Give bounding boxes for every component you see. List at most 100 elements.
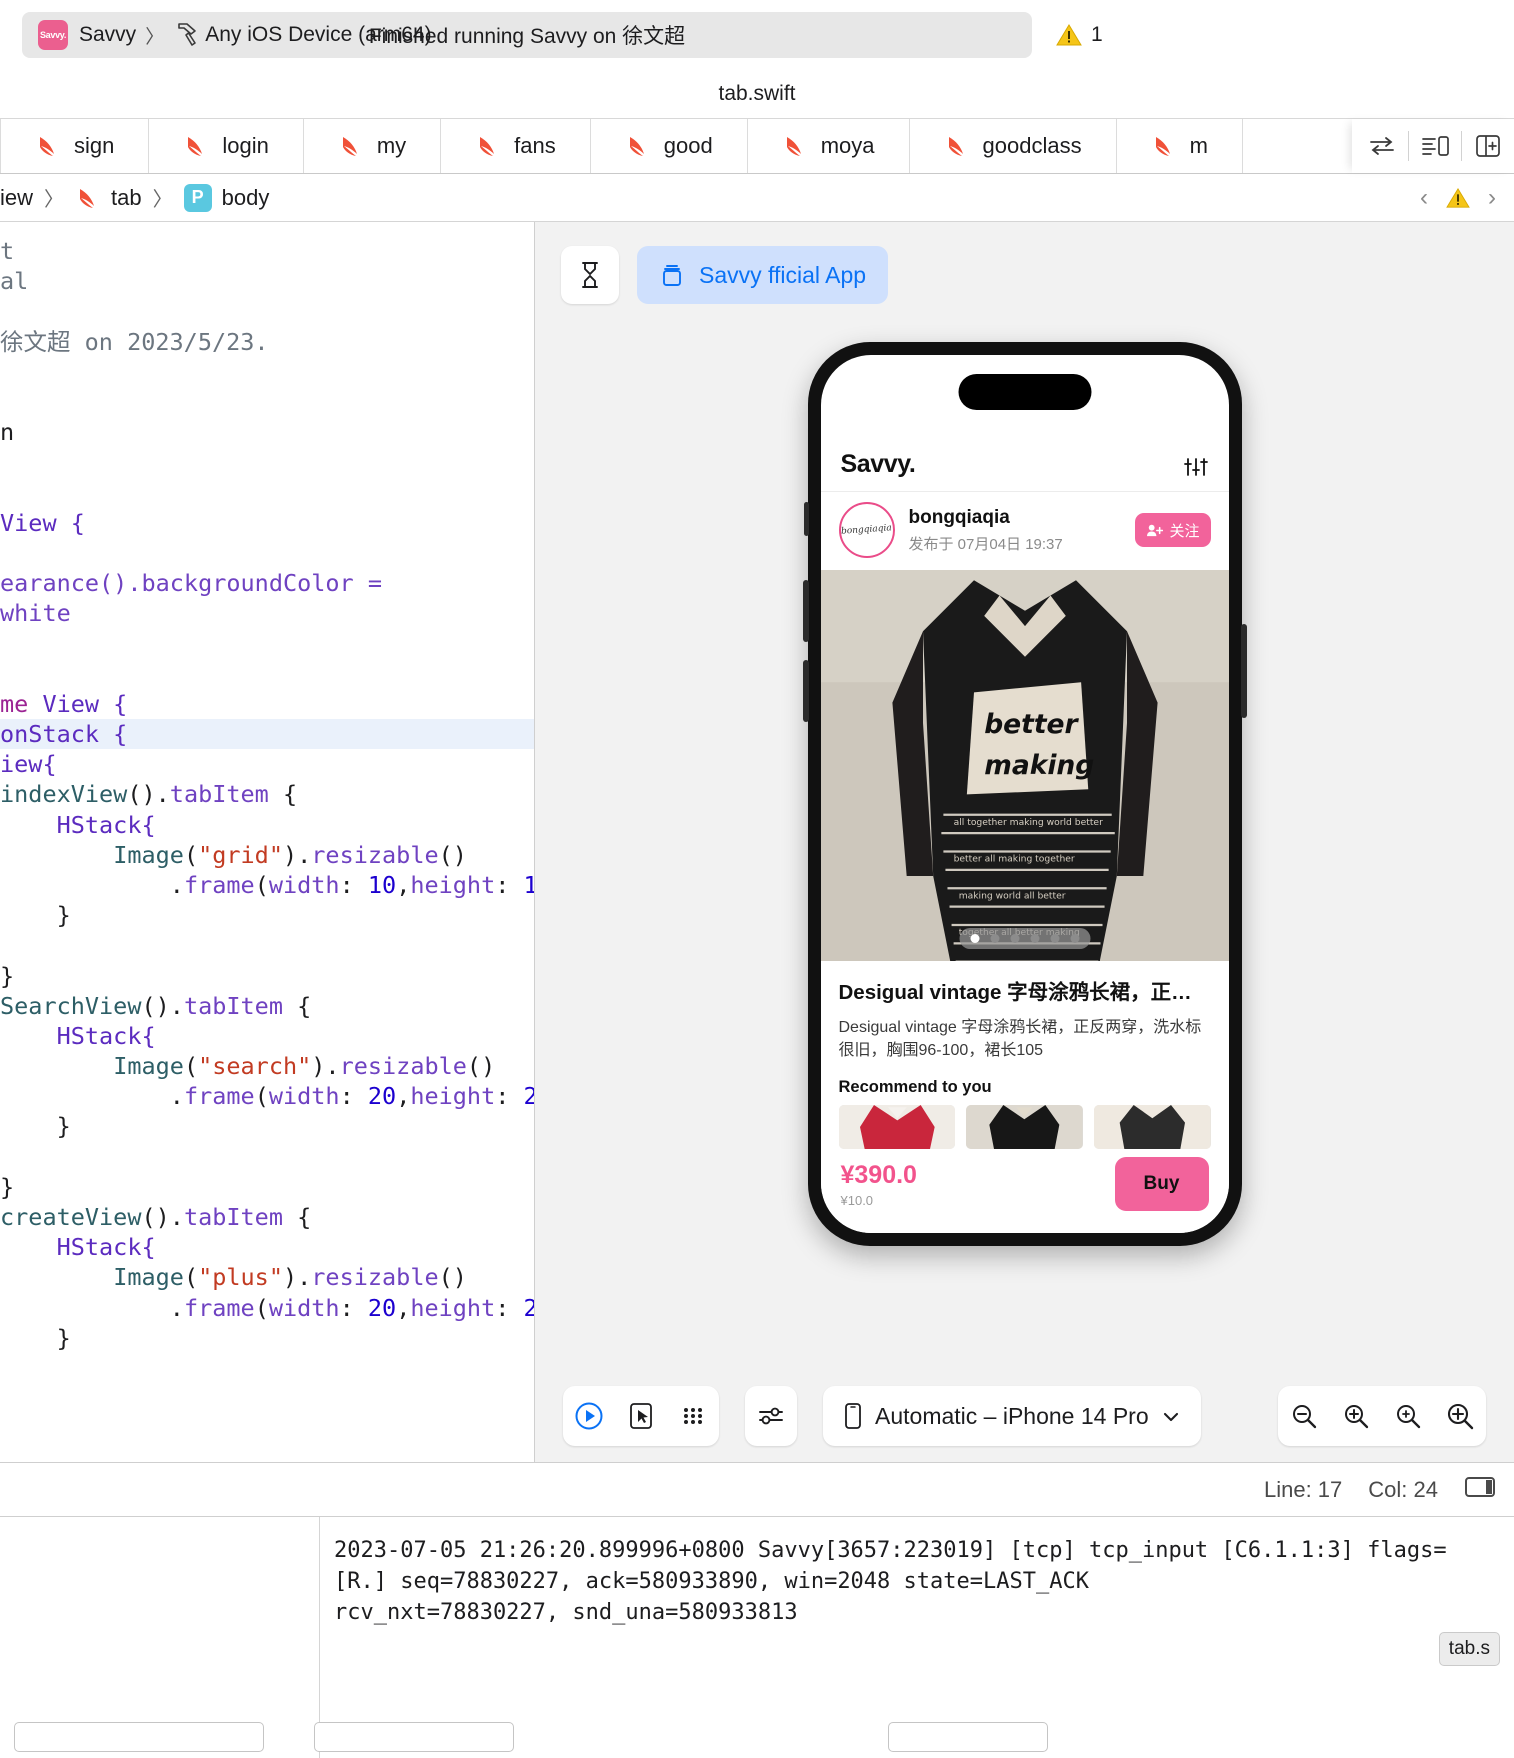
breadcrumb-items[interactable]: iew 〉 tab 〉 P body: [0, 183, 1420, 212]
issue-navigator-summary[interactable]: 1: [1056, 23, 1103, 47]
gallery-dot[interactable]: [1010, 933, 1019, 943]
product-title: Desigual vintage 字母涂鸦长裙，正…: [838, 980, 1192, 1004]
chevron-right-icon[interactable]: ›: [1488, 184, 1496, 212]
editor-tab-fans[interactable]: fans: [441, 119, 591, 173]
sliders-icon[interactable]: [745, 1386, 797, 1446]
scheme-name[interactable]: Savvy: [79, 23, 136, 47]
source-editor[interactable]: t al 徐文超 on 2023/5/23. n View {earance().bac…: [0, 222, 535, 1462]
code-line: iew{: [0, 750, 57, 779]
chevron-left-icon[interactable]: ‹: [1420, 184, 1428, 212]
editor-tab-m[interactable]: m: [1116, 119, 1243, 173]
gallery-dot[interactable]: [1070, 933, 1079, 943]
editor-tab-my[interactable]: my: [303, 119, 442, 173]
code-line: HStack{: [0, 1021, 156, 1050]
show-inspector-icon[interactable]: [1464, 1475, 1496, 1504]
warning-triangle-icon[interactable]: [1446, 187, 1470, 209]
breadcrumb-label: body: [221, 184, 270, 210]
follow-button[interactable]: 关注: [1135, 513, 1211, 547]
play-preview-button[interactable]: [563, 1386, 615, 1446]
breadcrumb-item-tab[interactable]: tab: [75, 185, 142, 211]
device-picker[interactable]: Automatic – iPhone 14 Pro: [823, 1386, 1201, 1446]
sliders-icon[interactable]: [1183, 455, 1209, 479]
pin-preview-button[interactable]: [561, 246, 619, 304]
editor-tab-good[interactable]: good: [590, 119, 748, 173]
toggle-editor-icon[interactable]: [1356, 119, 1408, 173]
gallery-dot[interactable]: [1050, 933, 1059, 943]
device-screen[interactable]: Savvy. bongqiaqia bongqiaqia 发布于 07月04日 …: [820, 355, 1229, 1233]
swift-file-icon: [786, 137, 801, 156]
swift-file-icon: [40, 137, 54, 156]
code-line: t: [0, 237, 15, 265]
editor-tab-bar: sign login my fans good moya goodclass m: [0, 118, 1514, 174]
app-icon: Savvy.: [38, 20, 68, 50]
gallery-dot[interactable]: [970, 933, 979, 943]
product-image[interactable]: better making all together making world: [820, 570, 1229, 961]
variants-button[interactable]: [667, 1386, 719, 1446]
gallery-dots[interactable]: [959, 927, 1090, 949]
zoom-in-button[interactable]: [1434, 1386, 1486, 1446]
code-line: }: [0, 901, 71, 930]
warning-triangle-icon: [1056, 24, 1082, 46]
gallery-dot[interactable]: [1030, 933, 1039, 943]
editor-tab-label: good: [663, 133, 713, 158]
breadcrumb-separator: 〉: [152, 189, 173, 211]
product-description: Desigual vintage 字母涂鸦长裙，正反两穿，洗水标很旧，胸围96-…: [838, 1018, 1202, 1059]
buy-button[interactable]: Buy: [1114, 1157, 1209, 1211]
swift-file-icon: [1155, 137, 1170, 156]
column-indicator: Col: 24: [1368, 1476, 1438, 1502]
preview-controls: [563, 1386, 719, 1446]
svg-text:making: making: [984, 750, 1094, 781]
zoom-fit-button[interactable]: [1330, 1386, 1382, 1446]
code-line: al: [0, 267, 29, 296]
editor-options-icon[interactable]: [1409, 119, 1461, 173]
chevron-down-icon: [1163, 1412, 1178, 1422]
editor-tab-sign[interactable]: sign: [0, 119, 150, 173]
swift-file-icon: [480, 137, 495, 156]
recommend-thumb[interactable]: [1093, 1105, 1211, 1149]
svg-text:making world all better: making world all better: [958, 890, 1065, 901]
console-extra-input[interactable]: [888, 1722, 1048, 1752]
console-filter-input[interactable]: [314, 1722, 514, 1752]
cursor-select-icon: [630, 1403, 652, 1429]
price-block: ¥390.0 ¥10.0: [841, 1161, 917, 1208]
zoom-in-small-button[interactable]: [1382, 1386, 1434, 1446]
preview-stage: Savvy. bongqiaqia bongqiaqia 发布于 07月04日 …: [535, 304, 1514, 1370]
recommend-thumb[interactable]: [966, 1105, 1083, 1149]
destination-name[interactable]: Any iOS Device (arm64): [205, 23, 431, 47]
tab-strip[interactable]: sign login my fans good moya goodclass m: [0, 119, 1352, 173]
filter-variables-input[interactable]: [14, 1722, 264, 1752]
code-line: }: [0, 1323, 71, 1352]
gallery-dot[interactable]: [990, 933, 999, 943]
editor-tab-goodclass[interactable]: goodclass: [909, 119, 1117, 173]
add-editor-icon[interactable]: [1462, 119, 1514, 173]
run-destination-pill[interactable]: Savvy. Savvy 〉 Any iOS Device (arm64) Fi…: [22, 12, 1032, 58]
code-line: createView().tabItem {: [0, 1203, 312, 1231]
code-line: }: [0, 1172, 15, 1201]
recommend-row[interactable]: [838, 1105, 1211, 1149]
swift-file-icon: [629, 137, 644, 156]
preview-target-chip[interactable]: Savvy fficial App: [637, 246, 889, 304]
breadcrumb-item-body[interactable]: P body: [183, 183, 270, 212]
editor-tab-moya[interactable]: moya: [747, 119, 910, 173]
select-tool-button[interactable]: [615, 1386, 667, 1446]
editor-tab-label: moya: [820, 133, 875, 158]
toolbar: Savvy. Savvy 〉 Any iOS Device (arm64) Fi…: [0, 0, 1514, 70]
avatar[interactable]: bongqiaqia: [838, 502, 895, 558]
code-text[interactable]: t al 徐文超 on 2023/5/23. n View {earance().bac…: [0, 222, 534, 1353]
post-username[interactable]: bongqiaqia: [909, 507, 1122, 529]
zoom-out-button[interactable]: [1278, 1386, 1330, 1446]
breadcrumb-separator: 〉: [44, 189, 65, 211]
breadcrumb-item-view[interactable]: iew: [0, 185, 33, 211]
swift-file-icon: [342, 137, 357, 156]
recommend-thumb[interactable]: [838, 1105, 956, 1149]
editor-tab-login[interactable]: login: [149, 119, 304, 173]
post-meta: bongqiaqia 发布于 07月04日 19:37: [909, 507, 1122, 554]
app-icon-label: Savvy.: [39, 30, 67, 40]
svg-text:better all making together: better all making together: [953, 854, 1074, 865]
xcode-window: Savvy. Savvy 〉 Any iOS Device (arm64) Fi…: [0, 0, 1514, 1758]
code-line: SearchView().tabItem {: [0, 991, 312, 1020]
